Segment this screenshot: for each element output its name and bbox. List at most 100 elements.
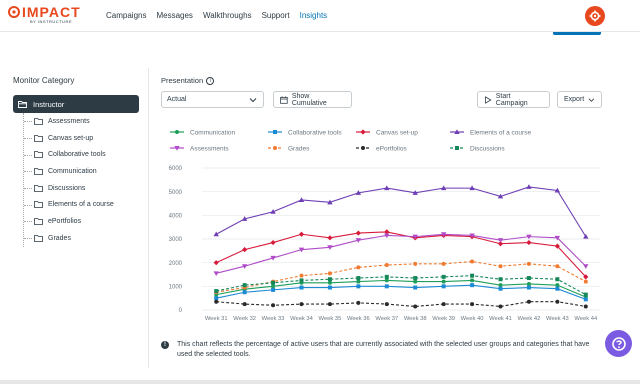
data-point-assessments [583,264,589,269]
data-point-collaborative-tools [214,296,219,301]
y-tick-label: 3000 [169,237,183,243]
data-point-discussions [498,277,503,282]
data-point-collaborative-tools [271,287,276,292]
nav-support[interactable]: Support [262,11,290,20]
data-point-collaborative-tools [526,285,531,290]
data-point-discussions [555,277,560,282]
chevron-down-icon [249,98,257,103]
data-point-discussions [327,277,332,282]
x-tick-label: Week 37 [375,316,398,322]
x-tick-label: Week 39 [432,316,455,322]
data-point-communication [413,279,418,284]
tree-item-grades[interactable]: Grades [24,230,139,247]
tree-item-assessments[interactable]: Assessments [24,113,139,130]
tree-item-eportfolios[interactable]: ePortfolios [24,213,139,230]
data-point-grades [384,263,389,268]
play-icon [485,95,492,104]
data-point-canvas-set-up [526,239,532,246]
data-point-collaborative-tools [356,284,361,289]
show-cumulative-label: Show Cumulative [291,92,327,107]
start-campaign-button[interactable]: Start Campaign [477,91,550,108]
x-tick-label: Week 41 [489,316,512,322]
data-point-elements-of-a-course [384,185,390,191]
data-point-discussions [384,274,389,279]
data-point-eportfolios [498,304,503,309]
legend-label: Canvas set-up [376,130,418,137]
data-point-elements-of-a-course [583,233,589,239]
x-tick-label: Week 36 [347,316,370,322]
data-point-eportfolios [214,299,219,304]
tree-item-collaborative-tools[interactable]: Collaborative tools [24,146,139,163]
data-point-eportfolios [413,304,418,309]
tree-root-instructor[interactable]: Instructor [13,95,139,113]
tree-item-elements-of-a-course[interactable]: Elements of a course [24,196,139,213]
data-point-assessments [213,271,219,277]
data-point-communication [356,279,361,284]
bottom-bar [0,380,640,384]
data-point-grades [526,261,531,266]
data-point-collaborative-tools [413,285,418,290]
chart-note-text: This chart reflects the percentage of ac… [177,341,590,358]
data-point-collaborative-tools [242,290,247,295]
legend-marker [455,146,459,150]
data-point-collaborative-tools [470,283,475,288]
data-point-canvas-set-up [298,231,305,237]
folder-icon [34,117,43,125]
legend-label: Elements of a course [470,130,531,137]
data-point-discussions [470,273,475,278]
tree-item-discussions[interactable]: Discussions [24,180,139,197]
tree-item-label: Discussions [48,184,86,192]
data-point-grades [413,261,418,266]
data-point-grades [498,264,503,269]
data-point-discussions [413,276,418,281]
data-point-eportfolios [327,302,332,307]
data-point-discussions [356,276,361,281]
settings-button[interactable] [585,6,605,26]
folder-icon [34,134,43,142]
tree-item-label: Assessments [48,117,90,125]
legend-label: Communication [190,130,236,137]
x-tick-label: Week 31 [205,316,228,322]
data-point-discussions [299,278,304,283]
help-button[interactable] [605,330,632,357]
start-campaign-label: Start Campaign [495,92,528,107]
data-point-elements-of-a-course [213,231,219,237]
legend-label: Discussions [470,146,505,153]
data-point-communication [526,281,531,286]
data-point-discussions [441,274,446,279]
data-point-eportfolios [441,302,446,307]
x-tick-label: Week 38 [404,316,427,322]
export-button[interactable]: Export [557,91,602,108]
nav-walkthroughs[interactable]: Walkthroughs [203,11,252,20]
presentation-select[interactable]: Actual [161,91,264,108]
data-point-communication [470,278,475,283]
legend-label: ePortfolios [376,146,407,153]
tree-item-communication[interactable]: Communication [24,163,139,180]
app-logo[interactable]: IMPACT BY INSTRUCTURE [8,4,81,24]
x-tick-label: Week 42 [518,316,541,322]
nav-messages[interactable]: Messages [156,11,192,20]
show-cumulative-button[interactable]: Show Cumulative [273,91,352,108]
question-icon [611,336,626,351]
data-point-communication [441,279,446,284]
nav-insights[interactable]: Insights [300,11,328,20]
tree-root-label: Instructor [33,99,65,109]
data-point-eportfolios [271,303,276,308]
y-tick-label: 6000 [169,166,183,172]
tree-item-canvas-setup[interactable]: Canvas set-up [24,130,139,147]
info-icon[interactable]: i [206,76,215,85]
tree-item-label: Elements of a course [48,201,114,209]
data-point-eportfolios [356,300,361,305]
nav-campaigns[interactable]: Campaigns [106,11,146,20]
info-icon: ! [161,341,169,349]
legend-marker [273,130,277,134]
y-tick-label: 5000 [169,190,183,196]
folder-icon [34,201,43,209]
calendar-icon [280,95,288,104]
data-point-grades [327,271,332,276]
x-tick-label: Week 35 [319,316,342,322]
data-point-grades [555,264,560,269]
data-point-grades [299,273,304,278]
data-point-collaborative-tools [327,285,332,290]
data-point-grades [356,265,361,270]
